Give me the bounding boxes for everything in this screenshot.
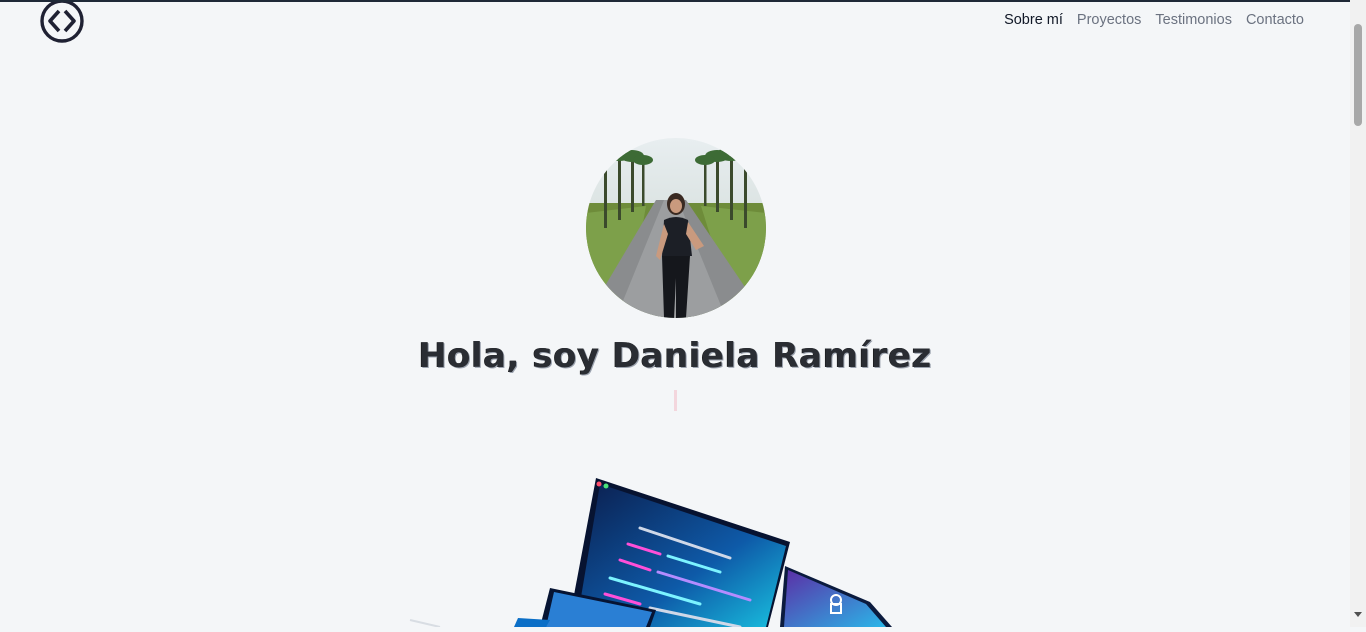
navbar: Sobre mí Proyectos Testimonios Contacto	[0, 0, 1350, 43]
nav-link-sobre-mi[interactable]: Sobre mí	[1004, 12, 1063, 28]
nav-link-proyectos[interactable]: Proyectos	[1077, 12, 1141, 28]
typing-caret	[674, 390, 677, 411]
profile-avatar	[586, 138, 766, 318]
scrollbar-thumb[interactable]	[1354, 24, 1362, 126]
nav-link-testimonios[interactable]: Testimonios	[1155, 12, 1232, 28]
hero-title: Hola, soy Daniela Ramírez	[418, 336, 932, 376]
page-scrollbar[interactable]	[1350, 0, 1366, 627]
nav-links: Sobre mí Proyectos Testimonios Contacto	[1004, 12, 1304, 28]
logo-icon[interactable]	[40, 0, 84, 43]
chevron-down-icon[interactable]	[1354, 612, 1362, 617]
code-screens-illustration	[400, 470, 910, 629]
nav-link-contacto[interactable]: Contacto	[1246, 12, 1304, 28]
